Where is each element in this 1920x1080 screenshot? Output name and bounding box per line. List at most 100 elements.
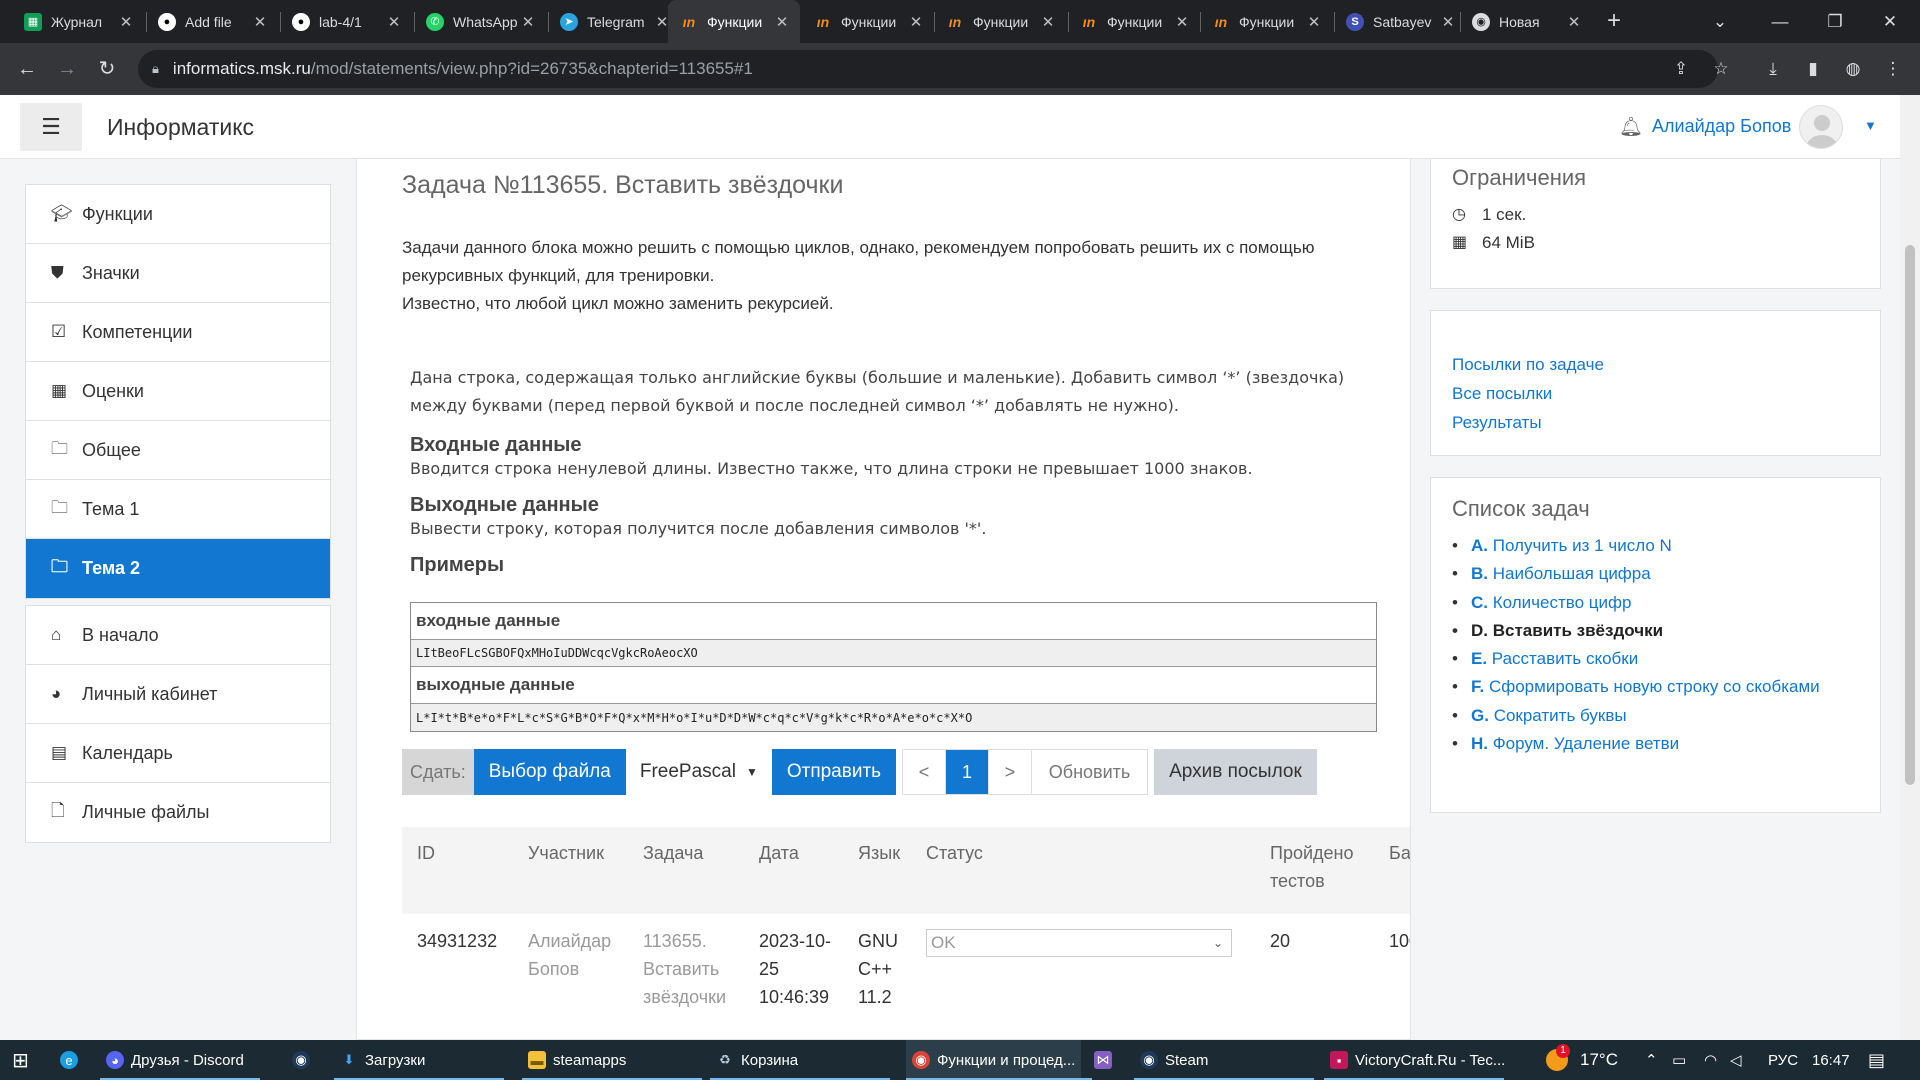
browser-tab[interactable]: ▦ Журнал ✕ bbox=[12, 0, 144, 43]
close-icon[interactable]: ✕ bbox=[520, 13, 536, 31]
browser-tab[interactable]: ◉ Новая ✕ bbox=[1460, 0, 1592, 43]
restore-button[interactable]: ❐ bbox=[1805, 0, 1865, 43]
link-task-submissions[interactable]: Посылки по задаче bbox=[1452, 350, 1880, 379]
browser-menu-icon[interactable]: ⋮ bbox=[1880, 56, 1906, 82]
input-language[interactable]: РУС bbox=[1768, 1040, 1798, 1080]
taskbar-steamapps[interactable]: ▬ steamapps bbox=[528, 1040, 626, 1080]
send-button[interactable]: Отправить bbox=[771, 749, 897, 795]
share-icon[interactable]: ⇪ bbox=[1668, 56, 1694, 82]
close-icon[interactable]: ✕ bbox=[1040, 13, 1056, 31]
edge-icon[interactable]: e bbox=[60, 1040, 85, 1080]
taskbar-chrome[interactable]: ◉ Функции и процед... bbox=[906, 1040, 1082, 1080]
close-icon[interactable]: ✕ bbox=[1306, 13, 1322, 31]
chevron-down-icon[interactable]: ▼ bbox=[1864, 118, 1877, 133]
tray-chevron-icon[interactable]: ⌃ bbox=[1645, 1040, 1658, 1080]
nav-item-topic-1[interactable]: 🗀︎ Тема 1 bbox=[26, 480, 330, 539]
link-all-submissions[interactable]: Все посылки bbox=[1452, 379, 1880, 408]
nav-item-calendar[interactable]: ▤ Календарь bbox=[26, 724, 330, 783]
reload-button[interactable]: ↻ bbox=[94, 56, 120, 82]
minimize-button[interactable]: — bbox=[1750, 0, 1810, 43]
close-icon[interactable]: ✕ bbox=[1566, 13, 1582, 31]
task-list-item[interactable]: E. Расставить скобки bbox=[1452, 645, 1880, 674]
taskbar-downloads[interactable]: ⬇ Загрузки bbox=[340, 1040, 426, 1080]
close-icon[interactable]: ✕ bbox=[774, 13, 790, 31]
steam-icon[interactable]: ◉ bbox=[292, 1040, 317, 1080]
browser-tab[interactable]: S Satbayev ✕ bbox=[1334, 0, 1466, 43]
browser-tab[interactable]: ın Функции ✕ bbox=[1068, 0, 1200, 43]
browser-tab[interactable]: ● lab-4/1 ✕ bbox=[280, 0, 412, 43]
nav-item-private-files[interactable]: 🗋︎ Личные файлы bbox=[26, 783, 330, 842]
close-icon[interactable]: ✕ bbox=[1174, 13, 1190, 31]
scrollbar-thumb[interactable] bbox=[1905, 245, 1915, 785]
cell-task[interactable]: 113655. Вставить звёздочки bbox=[643, 927, 763, 1011]
bell-icon[interactable]: 🔔︎ bbox=[1619, 115, 1643, 139]
nav-item-general[interactable]: 🗀︎ Общее bbox=[26, 421, 330, 480]
taskbar-victorycraft[interactable]: ▪ VictoryCraft.Ru - Tec... bbox=[1330, 1040, 1505, 1080]
task-list-item[interactable]: A. Получить из 1 число N bbox=[1452, 532, 1880, 561]
nav-item-topic-2[interactable]: 🗀︎ Тема 2 bbox=[26, 539, 330, 598]
close-icon[interactable]: ✕ bbox=[1440, 13, 1456, 31]
close-icon[interactable]: ✕ bbox=[386, 13, 402, 31]
browser-tab[interactable]: ● Add file ✕ bbox=[146, 0, 278, 43]
browser-tab[interactable]: ✆ WhatsApp ✕ bbox=[414, 0, 546, 43]
archive-button[interactable]: Архив посылок bbox=[1154, 749, 1317, 795]
close-window-button[interactable]: ✕ bbox=[1860, 0, 1920, 43]
browser-tab[interactable]: ın Функции ✕ bbox=[934, 0, 1066, 43]
next-page-button[interactable]: > bbox=[989, 750, 1033, 794]
browser-tab-active[interactable]: ın Функции ✕ bbox=[668, 0, 800, 43]
nav-item-functions[interactable]: 🎓︎ Функции bbox=[26, 185, 330, 244]
taskbar-steam[interactable]: ◉ Steam bbox=[1140, 1040, 1208, 1080]
browser-tab[interactable]: ın Функции ✕ bbox=[1200, 0, 1332, 43]
close-icon[interactable]: ✕ bbox=[118, 13, 134, 31]
user-name-link[interactable]: Алиайдар Бопов bbox=[1652, 116, 1791, 137]
clock[interactable]: 16:47 bbox=[1812, 1040, 1850, 1080]
task-list-item[interactable]: G. Сократить буквы bbox=[1452, 702, 1880, 731]
status-select[interactable]: OK ⌄ bbox=[926, 929, 1232, 957]
nav-item-grades[interactable]: ▦ Оценки bbox=[26, 362, 330, 421]
close-icon[interactable]: ✕ bbox=[252, 13, 268, 31]
address-bar[interactable]: 🔒︎ informatics.msk.ru /mod/statements/vi… bbox=[138, 50, 1718, 88]
wifi-icon[interactable]: ◠ bbox=[1704, 1040, 1717, 1080]
download-icon[interactable]: ⤓ bbox=[1760, 56, 1786, 82]
browser-tab[interactable]: ın Функции ✕ bbox=[802, 0, 934, 43]
language-select[interactable]: FreePascal ▼ bbox=[625, 749, 772, 795]
nav-item-home[interactable]: ⌂ В начало bbox=[26, 606, 330, 665]
task-list-item[interactable]: C. Количество цифр bbox=[1452, 589, 1880, 618]
browser-tab[interactable]: ➤ Telegram ✕ bbox=[548, 0, 680, 43]
nav-item-dashboard[interactable]: ◕ Личный кабинет bbox=[26, 665, 330, 724]
back-button[interactable]: ← bbox=[14, 56, 40, 82]
tab-title: lab-4/1 bbox=[319, 13, 362, 30]
visual-studio-icon[interactable]: ⋈ bbox=[1094, 1040, 1119, 1080]
bookmark-star-icon[interactable]: ☆ bbox=[1708, 56, 1734, 82]
tab-search-icon[interactable]: ⌄ bbox=[1690, 0, 1750, 43]
notifications-icon[interactable]: ▤ bbox=[1868, 1040, 1885, 1080]
site-name[interactable]: Информатикс bbox=[107, 114, 254, 141]
nav-item-badges[interactable]: ⛊ Значки bbox=[26, 244, 330, 303]
profile-icon[interactable]: ◍ bbox=[1840, 56, 1866, 82]
forward-button[interactable]: → bbox=[54, 56, 80, 82]
current-page[interactable]: 1 bbox=[946, 750, 990, 794]
new-tab-button[interactable]: + bbox=[1600, 8, 1628, 36]
battery-icon[interactable]: ▭ bbox=[1672, 1040, 1686, 1080]
weather-widget[interactable]: 1 17°C bbox=[1546, 1040, 1618, 1080]
tasklist-heading: Список задач bbox=[1452, 496, 1590, 521]
windows-start-icon[interactable]: ⊞ bbox=[12, 1040, 29, 1080]
choose-file-button[interactable]: Выбор файла bbox=[473, 749, 626, 795]
cell-participant[interactable]: Алиайдар Бопов bbox=[528, 927, 628, 983]
close-icon[interactable]: ✕ bbox=[908, 13, 924, 31]
task-list-item[interactable]: B. Наибольшая цифра bbox=[1452, 560, 1880, 589]
taskbar-discord[interactable]: ◕ Друзья - Discord bbox=[106, 1040, 244, 1080]
taskbar-recycle-bin[interactable]: ♻ Корзина bbox=[716, 1040, 798, 1080]
task-list-item[interactable]: F. Сформировать новую строку со скобками bbox=[1452, 673, 1880, 702]
volume-icon[interactable]: ◁ bbox=[1730, 1040, 1742, 1080]
page-scrollbar[interactable] bbox=[1900, 95, 1920, 1040]
link-results[interactable]: Результаты bbox=[1452, 408, 1880, 437]
refresh-button[interactable]: Обновить bbox=[1032, 750, 1147, 794]
task-list-item[interactable]: H. Форум. Удаление ветви bbox=[1452, 730, 1880, 759]
side-panel-icon[interactable]: ▮ bbox=[1800, 56, 1826, 82]
whatsapp-icon: ✆ bbox=[426, 12, 444, 31]
prev-page-button[interactable]: < bbox=[903, 750, 947, 794]
avatar[interactable] bbox=[1799, 105, 1843, 149]
hamburger-menu-button[interactable]: ☰ bbox=[20, 103, 82, 151]
nav-item-competencies[interactable]: ☑ Компетенции bbox=[26, 303, 330, 362]
